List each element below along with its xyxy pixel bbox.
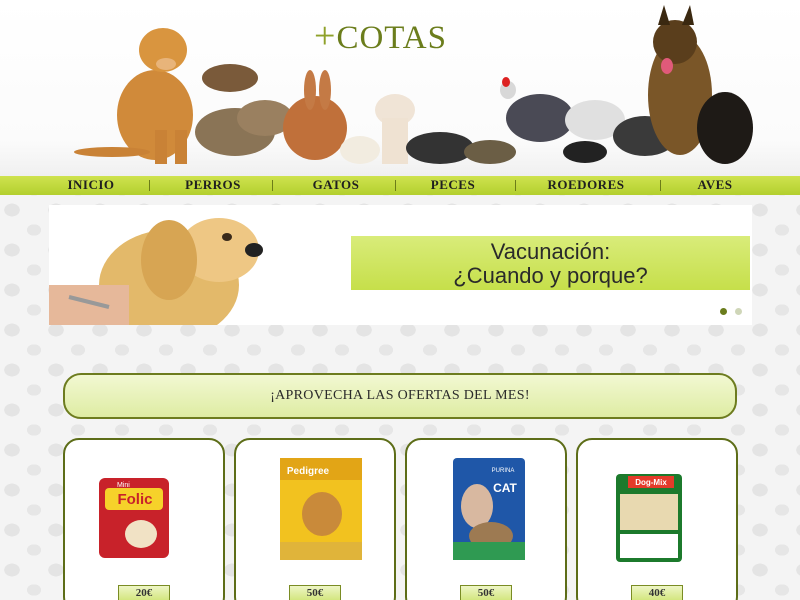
bird-image bbox=[202, 64, 258, 92]
slide-caption: Vacunación: ¿Cuando y porque? bbox=[351, 236, 750, 290]
nav-item-roedores[interactable]: ROEDORES bbox=[538, 177, 634, 193]
folic-package-image: Folic Mini bbox=[99, 478, 169, 558]
nav-item-peces[interactable]: PECES bbox=[425, 177, 481, 193]
price-tag: 50€ bbox=[460, 585, 512, 600]
price-tag: 50€ bbox=[289, 585, 341, 600]
chick-image bbox=[340, 136, 380, 164]
package-brand: PURINA bbox=[492, 468, 515, 474]
nav-separator bbox=[660, 180, 661, 191]
price-tag: 40€ bbox=[631, 585, 683, 600]
golden-retriever-image bbox=[74, 28, 193, 164]
offers-heading: ¡APROVECHA LAS OFERTAS DEL MES! bbox=[63, 373, 737, 419]
nav-separator bbox=[272, 180, 273, 191]
main-nav: INICIO PERROS GATOS PECES ROEDORES AVES bbox=[0, 176, 800, 195]
puppy-image bbox=[697, 92, 753, 164]
pedigree-package-image: Pedigree bbox=[280, 458, 362, 560]
site-header: +COTAS bbox=[0, 0, 800, 176]
rabbit-image bbox=[283, 70, 347, 160]
product-card[interactable]: Folic Mini 20€ bbox=[63, 438, 225, 600]
slider-dot-active[interactable] bbox=[720, 308, 727, 315]
nav-item-inicio[interactable]: INICIO bbox=[60, 177, 122, 193]
package-brand: Pedigree bbox=[287, 466, 330, 477]
logo-text: COTAS bbox=[336, 20, 447, 56]
nav-separator bbox=[515, 180, 516, 191]
product-card[interactable]: Pedigree 50€ bbox=[234, 438, 396, 600]
nav-item-aves[interactable]: AVES bbox=[690, 177, 740, 193]
slide-caption-line1: Vacunación: bbox=[490, 239, 611, 264]
logo-plus: + bbox=[314, 15, 337, 57]
nav-separator bbox=[395, 180, 396, 191]
black-cat-image bbox=[406, 132, 474, 164]
product-card[interactable]: Dog-Mix 40€ bbox=[576, 438, 738, 600]
product-card[interactable]: PURINA CAT 50€ bbox=[405, 438, 567, 600]
nav-item-perros[interactable]: PERROS bbox=[178, 177, 248, 193]
package-name: Folic bbox=[117, 491, 152, 508]
purina-cat-package-image: PURINA CAT bbox=[453, 458, 525, 560]
rooster-image bbox=[500, 77, 574, 142]
vet-dog-image bbox=[49, 218, 263, 325]
nav-separator bbox=[149, 180, 150, 191]
package-brand: Mini bbox=[117, 482, 130, 489]
package-name: CAT bbox=[493, 481, 517, 495]
slider-dot[interactable] bbox=[735, 308, 742, 315]
turtle-image bbox=[464, 140, 516, 164]
package-brand: Dog-Mix bbox=[635, 478, 667, 487]
price-tag: 20€ bbox=[118, 585, 170, 600]
guinea-pig-image bbox=[563, 141, 607, 163]
nav-item-gatos[interactable]: GATOS bbox=[303, 177, 369, 193]
site-logo[interactable]: +COTAS bbox=[314, 14, 447, 58]
hero-slider[interactable]: Vacunación: ¿Cuando y porque? bbox=[49, 205, 752, 325]
slide-caption-line2: ¿Cuando y porque? bbox=[453, 263, 648, 288]
dog-mix-package-image: Dog-Mix bbox=[616, 474, 682, 562]
